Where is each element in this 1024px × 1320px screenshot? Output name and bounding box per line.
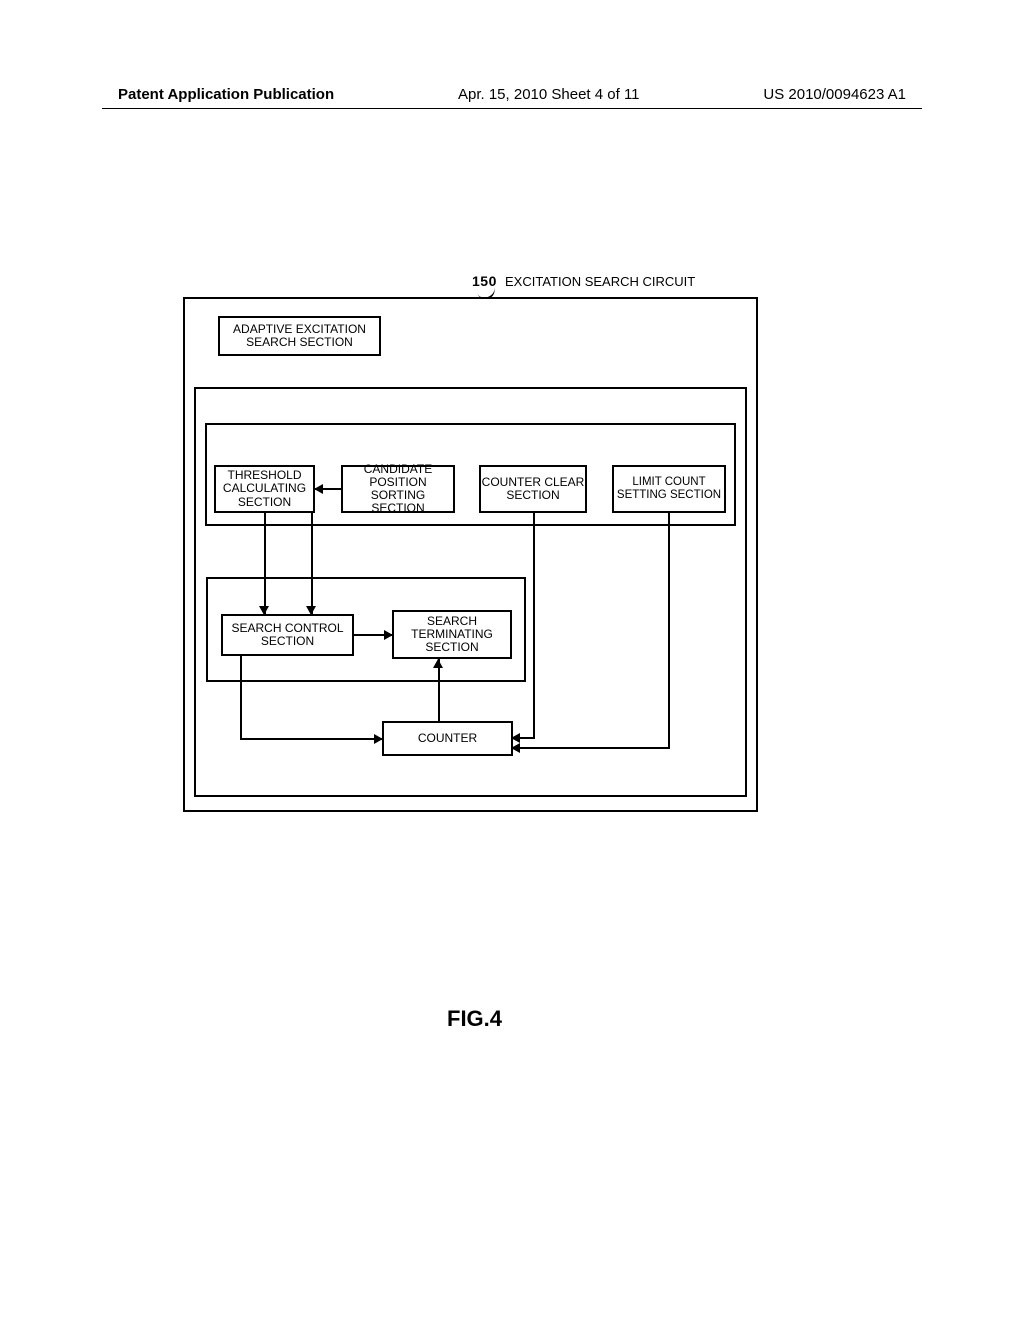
block-212-label: CANDIDATE POSITION SORTING SECTION bbox=[343, 463, 453, 516]
tilde-icon bbox=[478, 289, 496, 297]
block-213: COUNTER CLEAR SECTION bbox=[479, 465, 587, 513]
block-223: SEARCH TERMINATING SECTION bbox=[392, 610, 512, 659]
block-214-label: LIMIT COUNT SETTING SECTION bbox=[614, 476, 724, 501]
header-rule bbox=[102, 108, 922, 109]
block-151-label: ADAPTIVE EXCITATION SEARCH SECTION bbox=[220, 323, 379, 349]
block-212: CANDIDATE POSITION SORTING SECTION bbox=[341, 465, 455, 513]
arrowhead-icon bbox=[433, 659, 443, 668]
arrowhead-icon bbox=[511, 743, 520, 753]
block-214: LIMIT COUNT SETTING SECTION bbox=[612, 465, 726, 513]
arrowhead-icon bbox=[314, 484, 323, 494]
block-213-label: COUNTER CLEAR SECTION bbox=[481, 476, 585, 502]
connector-line bbox=[438, 682, 440, 721]
connector-line bbox=[240, 738, 382, 740]
connector-line bbox=[513, 747, 670, 749]
page-header: Patent Application Publication Apr. 15, … bbox=[0, 86, 1024, 103]
connector-line bbox=[533, 513, 535, 525]
connector-line bbox=[264, 526, 266, 614]
connector-line bbox=[533, 526, 535, 738]
arrowhead-icon bbox=[384, 630, 393, 640]
arrowhead-icon bbox=[306, 606, 316, 615]
header-right: US 2010/0094623 A1 bbox=[763, 86, 906, 103]
block-222: COUNTER bbox=[382, 721, 513, 756]
block-222-label: COUNTER bbox=[418, 732, 477, 745]
connector-line bbox=[240, 656, 242, 739]
block-211: THRESHOLD CALCULATING SECTION bbox=[214, 465, 315, 513]
connector-line bbox=[311, 513, 313, 525]
block-221-label: SEARCH CONTROL SECTION bbox=[223, 622, 352, 648]
block-223-label: SEARCH TERMINATING SECTION bbox=[394, 615, 510, 655]
header-left: Patent Application Publication bbox=[118, 86, 334, 103]
connector-line bbox=[264, 513, 266, 525]
connector-line bbox=[311, 526, 313, 614]
arrowhead-icon bbox=[511, 733, 520, 743]
connector-line bbox=[668, 526, 670, 748]
arrowhead-icon bbox=[259, 606, 269, 615]
label-150: EXCITATION SEARCH CIRCUIT bbox=[505, 275, 695, 289]
connector-line bbox=[668, 513, 670, 525]
block-151: ADAPTIVE EXCITATION SEARCH SECTION bbox=[218, 316, 381, 356]
block-211-label: THRESHOLD CALCULATING SECTION bbox=[216, 469, 313, 509]
figure-caption: FIG.4 bbox=[447, 1006, 502, 1032]
block-221: SEARCH CONTROL SECTION bbox=[221, 614, 354, 656]
header-mid: Apr. 15, 2010 Sheet 4 of 11 bbox=[458, 86, 640, 103]
arrowhead-icon bbox=[374, 734, 383, 744]
